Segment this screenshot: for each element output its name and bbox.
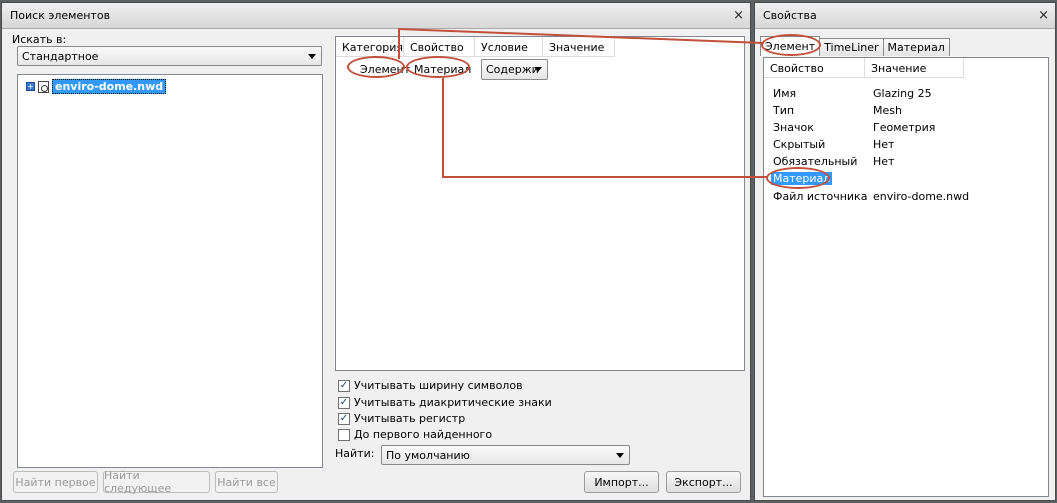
find-items-title: Поиск элементов	[10, 9, 111, 22]
match-diacritics-option[interactable]: ✓ Учитывать диакритические знаки	[338, 396, 552, 409]
property-row[interactable]: Тип Mesh	[773, 104, 902, 117]
tree-item[interactable]: + enviro-dome.nwd	[26, 79, 167, 94]
condition-dropdown[interactable]: Содержи	[481, 59, 548, 80]
find-next-button[interactable]: Найти следующее	[103, 469, 210, 495]
property-key: Скрытый	[773, 138, 826, 151]
col-value[interactable]: Значение	[865, 58, 964, 78]
properties-panel: Свойства × Элемент TimeLiner Материал Св…	[754, 2, 1056, 501]
checkbox[interactable]: ✓	[338, 379, 350, 392]
annotation-circle-material	[406, 56, 470, 78]
properties-grid-header: Свойство Значение	[764, 58, 964, 78]
property-value: Геометрия	[873, 121, 936, 134]
property-row[interactable]: Обязательный Нет	[773, 155, 894, 168]
property-row[interactable]: Файл источника enviro-dome.nwd	[773, 190, 969, 203]
annotation-circle-item	[347, 56, 405, 78]
property-value: Нет	[873, 138, 895, 151]
property-key: Файл источника	[773, 190, 868, 203]
find-all-button[interactable]: Найти все	[215, 471, 278, 493]
property-value: Нет	[873, 155, 895, 168]
expand-icon[interactable]: +	[26, 82, 35, 91]
import-button[interactable]: Импорт...	[584, 471, 659, 493]
tab-timeliner[interactable]: TimeLiner	[819, 38, 884, 56]
chevron-down-icon	[308, 54, 316, 59]
checkbox[interactable]: ✓	[338, 412, 350, 425]
properties-titlebar: Свойства ×	[755, 3, 1055, 29]
col-category[interactable]: Категория	[336, 37, 404, 57]
col-condition[interactable]: Условие	[475, 37, 543, 57]
annotation-circle-material-row	[766, 167, 830, 189]
property-key: Обязательный	[773, 155, 858, 168]
property-value: Mesh	[873, 104, 902, 117]
file-icon	[38, 80, 49, 93]
prune-below-option[interactable]: До первого найденного	[338, 428, 492, 441]
conditions-grid[interactable]: Категория Свойство Условие Значение Элем…	[335, 36, 745, 371]
grid-header: Категория Свойство Условие Значение	[336, 37, 615, 57]
find-items-titlebar: Поиск элементов ×	[2, 3, 750, 29]
chevron-down-icon	[616, 453, 624, 458]
col-property[interactable]: Свойство	[764, 58, 865, 78]
close-icon[interactable]: ×	[1038, 9, 1049, 22]
property-value: Glazing 25	[873, 87, 932, 100]
find-first-button[interactable]: Найти первое	[13, 471, 98, 493]
search-in-value: Стандартное	[22, 49, 99, 63]
col-property[interactable]: Свойство	[404, 37, 475, 57]
property-row[interactable]: Значок Геометрия	[773, 121, 935, 134]
property-row[interactable]: Имя Glazing 25	[773, 87, 932, 100]
option-label: Учитывать диакритические знаки	[354, 396, 552, 409]
checkbox[interactable]	[338, 428, 350, 441]
search-in-label: Искать в:	[12, 33, 67, 46]
tree-item-label[interactable]: enviro-dome.nwd	[52, 79, 167, 94]
annotation-circle-item-tab	[761, 34, 821, 56]
tab-material[interactable]: Материал	[882, 38, 950, 56]
property-key: Имя	[773, 87, 797, 100]
property-key: Значок	[773, 121, 814, 134]
match-case-option[interactable]: ✓ Учитывать регистр	[338, 412, 465, 425]
export-button[interactable]: Экспорт...	[666, 471, 741, 493]
close-icon[interactable]: ×	[733, 9, 744, 22]
find-mode-value: По умолчанию	[386, 448, 470, 462]
search-in-dropdown[interactable]: Стандартное	[17, 46, 322, 66]
checkbox[interactable]: ✓	[338, 396, 350, 409]
properties-title: Свойства	[763, 9, 817, 22]
selection-tree[interactable]: + enviro-dome.nwd	[17, 74, 323, 468]
option-label: Учитывать ширину символов	[354, 379, 523, 392]
col-value[interactable]: Значение	[543, 37, 615, 57]
property-value: enviro-dome.nwd	[873, 190, 970, 203]
property-key: Тип	[773, 104, 795, 117]
option-label: До первого найденного	[354, 428, 493, 441]
chevron-down-icon	[534, 67, 542, 72]
property-row[interactable]: Скрытый Нет	[773, 138, 894, 151]
find-label: Найти:	[335, 447, 375, 460]
option-label: Учитывать регистр	[354, 412, 466, 425]
match-width-option[interactable]: ✓ Учитывать ширину символов	[338, 379, 523, 392]
condition-value: Содержи	[486, 63, 539, 76]
find-mode-dropdown[interactable]: По умолчанию	[381, 445, 630, 465]
